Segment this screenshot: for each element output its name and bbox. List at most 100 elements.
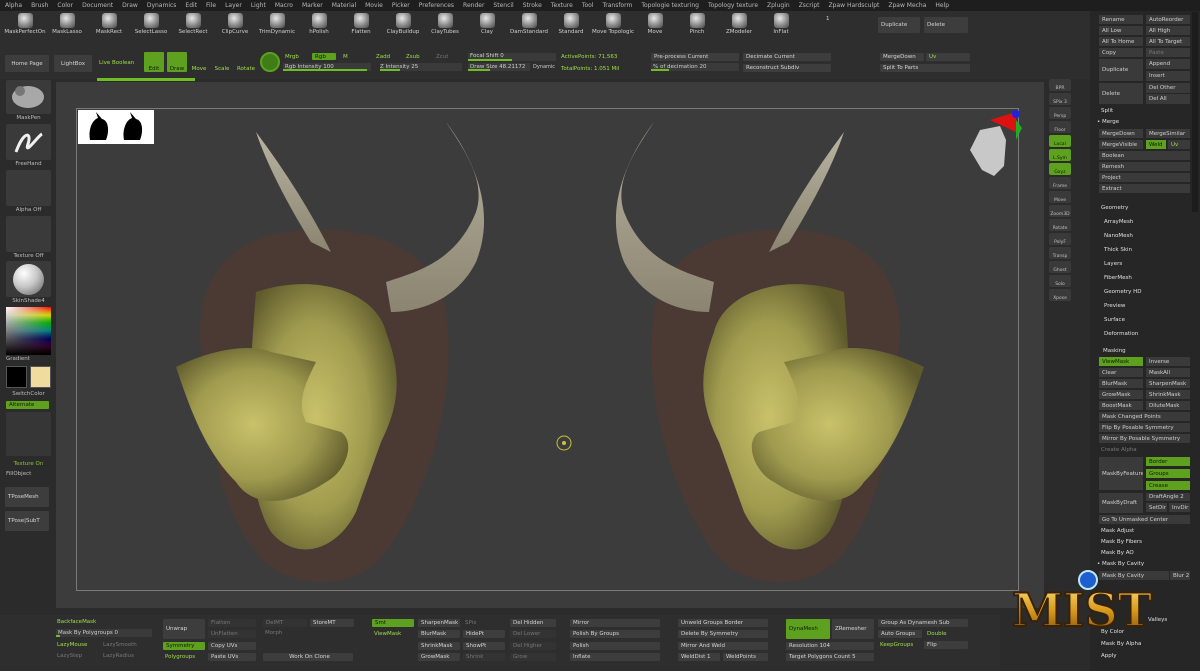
auto-groups-button[interactable]: Auto Groups [878, 630, 922, 638]
shrink-button[interactable]: Shrink [463, 653, 505, 661]
brush-damstandard[interactable]: DamStandard [508, 11, 550, 39]
menu-item-edit[interactable]: Edit [185, 2, 197, 9]
flatten-button[interactable]: Flatten [208, 619, 256, 627]
move-button[interactable]: Move [190, 52, 208, 72]
unwrap-button[interactable]: Unwrap [163, 619, 205, 639]
section-preview[interactable]: Preview [1104, 303, 1125, 309]
shrinkmask-button[interactable]: ShrinkMask [1146, 390, 1190, 399]
scale-button[interactable]: Scale [212, 52, 232, 72]
morph-slider[interactable]: Morph [265, 630, 282, 636]
all-low-button[interactable]: All Low [1099, 26, 1143, 35]
smt-toggle[interactable]: Smt [372, 619, 414, 627]
mrgb-button[interactable]: Mrgb [285, 54, 299, 60]
section-surface[interactable]: Surface [1104, 317, 1125, 323]
menu-item-picker[interactable]: Picker [392, 2, 410, 9]
color-picker[interactable] [6, 307, 51, 355]
brush-clipcurve[interactable]: ClipCurve [214, 11, 256, 39]
menu-item-stencil[interactable]: Stencil [493, 2, 513, 9]
invdir-button[interactable]: InvDir [1169, 503, 1190, 512]
shelf-transp[interactable]: Transp [1049, 247, 1071, 259]
copy-button[interactable]: Copy [1099, 48, 1143, 57]
main-color-swatch[interactable] [6, 366, 27, 388]
work-on-clone-button[interactable]: Work On Clone [263, 653, 353, 661]
mask-adjust-section[interactable]: Mask Adjust [1101, 528, 1134, 534]
uv-toggle[interactable]: Uv [1168, 140, 1190, 149]
lightbox-button[interactable]: LightBox [54, 55, 92, 72]
menu-item-zplugin[interactable]: Zplugin [767, 2, 790, 9]
shelf-frame[interactable]: Frame [1049, 177, 1071, 189]
brush-flatten[interactable]: Flatten [340, 11, 382, 39]
paste-uvs-button[interactable]: Paste UVs [208, 653, 256, 661]
shelf-local[interactable]: Local [1049, 135, 1071, 147]
mask-changed-points-button[interactable]: Mask Changed Points [1099, 412, 1190, 421]
dynamesh-button[interactable]: DynaMesh [786, 619, 830, 639]
draw-button[interactable]: Draw [167, 52, 187, 72]
section-geometry-hd[interactable]: Geometry HD [1104, 289, 1142, 295]
polish-slider[interactable]: Polish [570, 642, 660, 650]
shelf-polyf[interactable]: PolyF [1049, 233, 1071, 245]
unweld-groups-border-button[interactable]: Unweld Groups Border [678, 619, 768, 627]
menu-item-movie[interactable]: Movie [365, 2, 383, 9]
storemt-button[interactable]: StoreMT [310, 619, 354, 627]
welddist-slider[interactable]: WeldDist 1 [678, 653, 720, 661]
lazymouse-toggle[interactable]: LazyMouse [57, 642, 87, 648]
texture-slot[interactable] [6, 216, 51, 252]
shelf-solo[interactable]: Solo [1049, 275, 1071, 287]
delete-button[interactable]: Delete [924, 17, 968, 33]
create-alpha-button[interactable]: Create Alpha [1101, 447, 1137, 453]
menu-item-color[interactable]: Color [57, 2, 73, 9]
brush-claytubes[interactable]: ClayTubes [424, 11, 466, 39]
copy-uvs-button[interactable]: Copy UVs [208, 642, 256, 650]
shelf-gxyz[interactable]: Gxyz [1049, 163, 1071, 175]
mask-by-feature-button[interactable]: MaskByFeature [1099, 457, 1143, 490]
brush-maskrect[interactable]: MaskRect [88, 11, 130, 39]
mirror-posable-symmetry-button[interactable]: Mirror By Posable Symmetry [1099, 434, 1190, 443]
uv-button[interactable]: Uv [926, 53, 970, 61]
hidept-button[interactable]: HidePt [463, 630, 505, 638]
merge-down-button[interactable]: MergeDown [880, 53, 924, 61]
viewmask-bottom-toggle[interactable]: ViewMask [374, 631, 401, 637]
menu-item-tool[interactable]: Tool [582, 2, 594, 9]
clear-mask-button[interactable]: Clear [1099, 368, 1143, 377]
shelf-persp[interactable]: Persp [1049, 107, 1071, 119]
all-to-home-button[interactable]: All To Home [1099, 37, 1143, 46]
panel-scrollbar[interactable] [1192, 12, 1198, 212]
menu-item-texture[interactable]: Texture [551, 2, 573, 9]
autoreorder-button[interactable]: AutoReorder [1146, 15, 1190, 24]
brush-claybuildup[interactable]: ClayBuildup [382, 11, 424, 39]
brush-move[interactable]: Move [634, 11, 676, 39]
freehand-stroke[interactable] [6, 124, 51, 160]
fillobject-button[interactable]: FillObject [6, 471, 51, 477]
masking-header[interactable]: Masking [1103, 348, 1126, 354]
shrinkmask-bottom-button[interactable]: ShrinkMask [418, 642, 460, 650]
grow-button[interactable]: Grow [510, 653, 556, 661]
shelf-bpr[interactable]: BPR [1049, 79, 1071, 91]
alpha-slot[interactable] [6, 170, 51, 206]
brush-clay[interactable]: Clay [466, 11, 508, 39]
menu-item-stroke[interactable]: Stroke [523, 2, 542, 9]
spix-slider[interactable]: SPix [465, 620, 476, 626]
del-other-button[interactable]: Del Other [1146, 83, 1190, 93]
resolution-slider[interactable]: Resolution 104 [786, 642, 874, 650]
delete-subtool-button[interactable]: Delete [1099, 83, 1143, 104]
shelf-spix-3[interactable]: SPix 3 [1049, 93, 1071, 105]
unflatten-button[interactable]: UnFlatten [208, 630, 256, 638]
insert-button[interactable]: Insert [1146, 71, 1190, 81]
brush-trimdynamic[interactable]: TrimDynamic [256, 11, 298, 39]
section-deformation[interactable]: Deformation [1104, 331, 1138, 337]
showpt-button[interactable]: ShowPt [463, 642, 505, 650]
rgb-button[interactable]: Rgb [312, 53, 336, 60]
merge-similar-button[interactable]: MergeSimilar [1146, 129, 1190, 138]
goto-unmasked-center-button[interactable]: Go To Unmasked Center [1099, 515, 1190, 524]
section-thick-skin[interactable]: Thick Skin [1104, 247, 1132, 253]
flip-button[interactable]: Flip [924, 641, 968, 649]
menu-item-macro[interactable]: Macro [275, 2, 293, 9]
del-hidden-button[interactable]: Del Hidden [510, 619, 556, 627]
inflate-slider[interactable]: Inflate [570, 653, 660, 661]
mask-by-draft-button[interactable]: MaskByDraft [1099, 493, 1143, 513]
del-all-button[interactable]: Del All [1146, 94, 1190, 104]
border-toggle[interactable]: Border [1146, 457, 1190, 466]
remesh-section[interactable]: Remesh [1099, 162, 1190, 171]
shelf-xpose[interactable]: Xpose [1049, 289, 1071, 301]
rename-button[interactable]: Rename [1099, 15, 1143, 24]
